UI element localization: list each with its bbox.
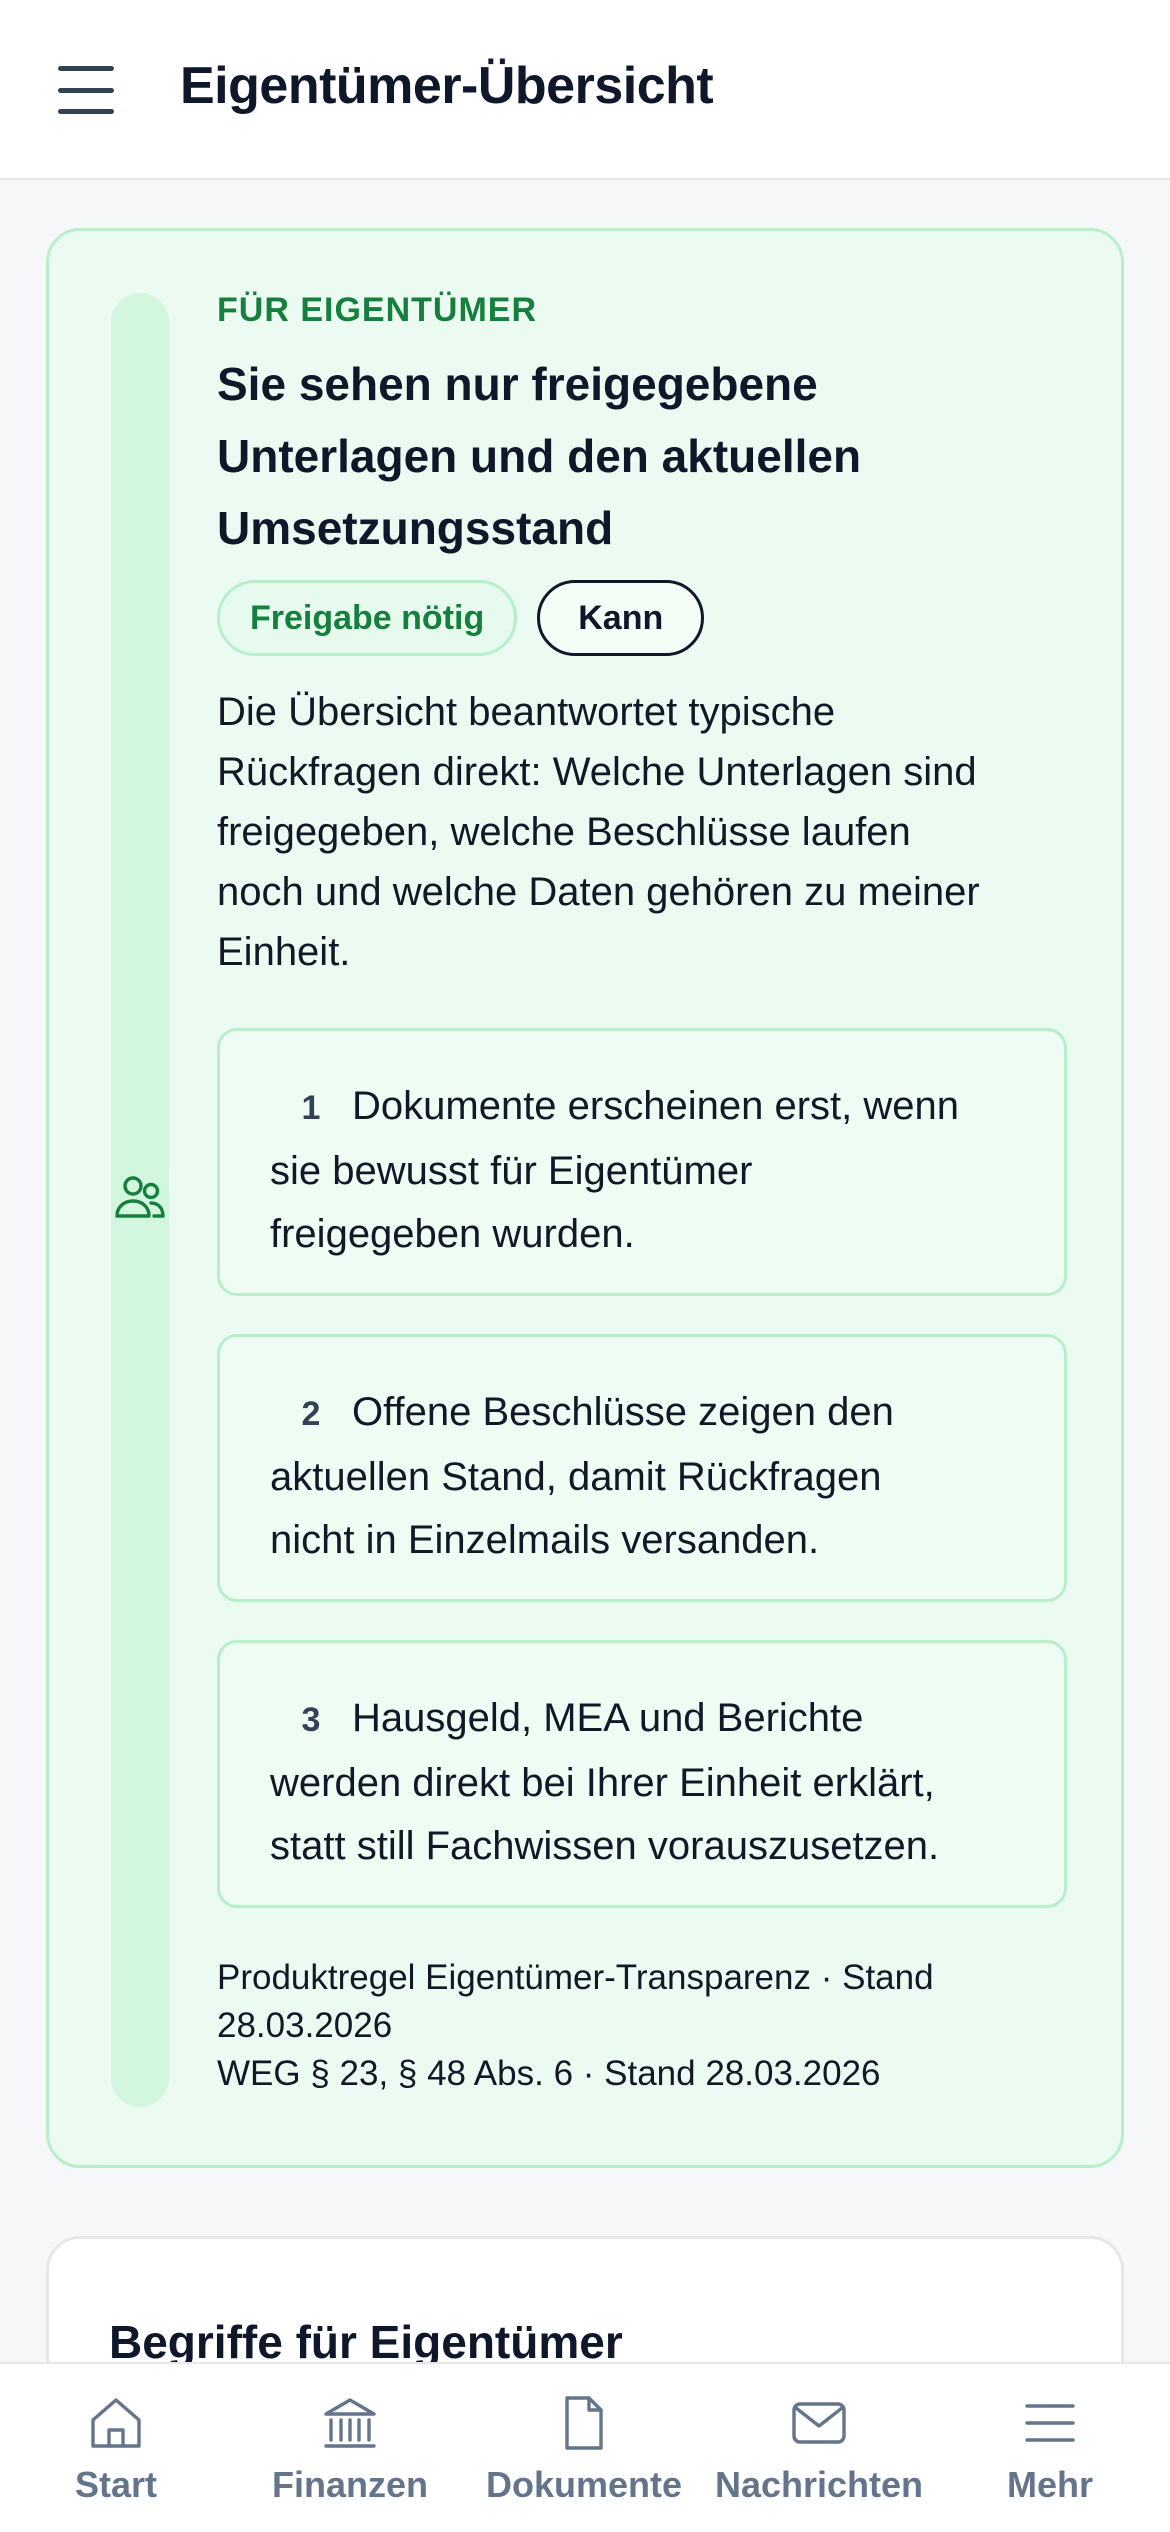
nav-item-nachrichten[interactable]: Nachrichten (712, 2364, 926, 2532)
nav-label: Mehr (1006, 2464, 1093, 2505)
nav-label: Finanzen (271, 2464, 428, 2505)
step-item: 2 Offene Beschlüsse zeigen den aktuellen … (217, 1334, 1067, 1602)
menu-line (58, 109, 114, 114)
step-text-line: werden direkt bei Ihrer Einheit erklärt, (270, 1761, 935, 1805)
description-line: freigegeben, welche Beschlüsse laufen (217, 810, 911, 854)
nav-label: Start (74, 2464, 158, 2505)
menu-line (58, 87, 114, 93)
title-line: Unterlagen und den aktuellen (217, 430, 862, 482)
title-line: Sie sehen nur freigegebene (217, 358, 818, 410)
terms-card-title: Begriffe für Eigentümer (109, 2316, 623, 2368)
step-text-line: Offene Beschlüsse zeigen den (352, 1390, 894, 1434)
chip-row: Freigabe nötig Kann (217, 580, 1067, 656)
nav-item-finanzen[interactable]: Finanzen (270, 2364, 430, 2532)
step-text-line: aktuellen Stand, damit Rückfragen (270, 1455, 882, 1499)
mail-icon (792, 2402, 846, 2444)
document-icon (565, 2396, 603, 2450)
step-number: 3 (301, 1701, 321, 1739)
step-number: 1 (301, 1089, 321, 1127)
description-line: Die Übersicht beantwortet typische (217, 690, 836, 734)
card-description: Die Übersicht beantwortet typische Rückf… (217, 682, 1067, 982)
home-icon (91, 2398, 141, 2448)
step-item: 1 Dokumente erscheinen erst, wenn sie bew… (217, 1028, 1067, 1296)
nav-item-mehr[interactable]: Mehr (990, 2364, 1110, 2532)
step-text-line: nicht in Einzelmails versanden. (270, 1518, 820, 1562)
description-line: Rückfragen direkt: Welche Unterlagen sin… (217, 750, 977, 794)
step-text-line: sie bewusst für Eigentümer (270, 1149, 753, 1193)
source-line: 28.03.2026 (217, 2006, 393, 2045)
card-title: Sie sehen nur freigegebene Unterlagen un… (217, 348, 1067, 564)
description-line: noch und welche Daten gehören zu meiner (217, 870, 980, 914)
app-root: Eigentümer-Übersicht FÜR EIGENTÜMER Sie … (0, 0, 1170, 2532)
step-text-line: freigegeben wurden. (270, 1212, 635, 1256)
description-line: Einheit. (217, 930, 351, 974)
owner-info-card: FÜR EIGENTÜMER Sie sehen nur freigegeben… (46, 228, 1124, 2168)
nav-item-start[interactable]: Start (56, 2364, 176, 2532)
bottom-navigation: Start Finanzen Dokumente Nachrichten Meh… (0, 2362, 1170, 2532)
nav-label: Nachrichten (714, 2464, 924, 2505)
page-title: Eigentümer-Übersicht (180, 57, 714, 115)
bank-icon (324, 2398, 376, 2448)
title-line: Umsetzungsstand (217, 502, 614, 554)
menu-icon (1025, 2404, 1075, 2442)
top-app-bar: Eigentümer-Übersicht (0, 0, 1170, 180)
users-icon (115, 1176, 165, 1218)
optional-chip: Kann (537, 580, 705, 656)
step-number: 2 (301, 1395, 321, 1433)
release-required-chip: Freigabe nötig (217, 580, 518, 656)
card-content: FÜR EIGENTÜMER Sie sehen nur freigegeben… (217, 291, 1067, 2098)
source-line: Produktregel Eigentümer-Transparenz · St… (217, 1958, 934, 1997)
step-text-line: Dokumente erscheinen erst, wenn (352, 1084, 959, 1128)
nav-label: Dokumente (485, 2464, 683, 2505)
nav-item-dokumente[interactable]: Dokumente (484, 2364, 684, 2532)
source-line: WEG § 23, § 48 Abs. 6 · Stand 28.03.2026 (217, 2054, 881, 2093)
step-list: 1 Dokumente erscheinen erst, wenn sie bew… (217, 1028, 1067, 1908)
card-eyebrow: FÜR EIGENTÜMER (217, 291, 537, 329)
step-text-line: statt still Fachwissen vorauszusetzen. (270, 1824, 940, 1868)
hamburger-menu-icon[interactable] (58, 66, 122, 114)
source-references: Produktregel Eigentümer-Transparenz · St… (217, 1954, 1067, 2098)
step-text-line: Hausgeld, MEA und Berichte (352, 1696, 864, 1740)
menu-line (58, 66, 114, 71)
step-item: 3 Hausgeld, MEA und Berichte werden direk… (217, 1640, 1067, 1908)
